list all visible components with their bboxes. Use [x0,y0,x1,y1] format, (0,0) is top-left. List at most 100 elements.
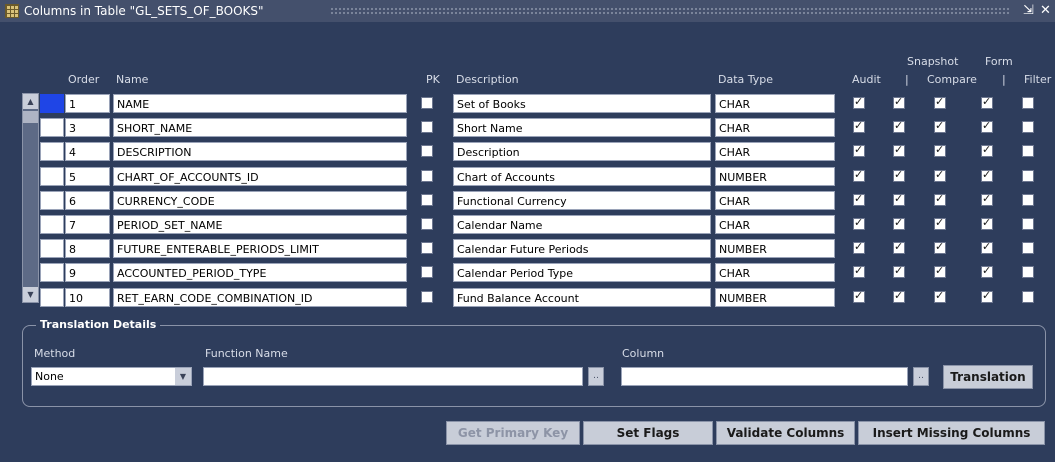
audit-checkbox[interactable] [853,289,865,303]
column-name-field[interactable]: DESCRIPTION [113,142,407,161]
filter-checkbox[interactable] [1022,170,1034,182]
column-name-field[interactable]: SHORT_NAME [113,118,407,137]
description-field[interactable]: Calendar Period Type [453,263,711,282]
description-field[interactable]: Set of Books [453,94,711,113]
data-type-field[interactable]: NUMBER [715,288,835,307]
function-name-lov-icon[interactable]: ‥ [588,367,604,386]
form-checkbox[interactable] [981,240,993,254]
scroll-thumb[interactable] [23,111,38,123]
filter-checkbox[interactable] [1022,266,1034,278]
filter-checkbox[interactable] [1022,121,1034,133]
column-name-field[interactable]: ACCOUNTED_PERIOD_TYPE [113,263,407,282]
audit-checkbox[interactable] [853,192,865,206]
data-type-field[interactable]: CHAR [715,263,835,282]
filter-checkbox[interactable] [1022,145,1034,157]
compare-checkbox[interactable] [934,289,946,303]
order-field[interactable]: 8 [65,239,110,258]
translation-button[interactable]: Translation [943,365,1033,389]
set-flags-button[interactable]: Set Flags [583,421,713,445]
data-type-field[interactable]: NUMBER [715,167,835,186]
compare-checkbox[interactable] [934,95,946,109]
order-field[interactable]: 7 [65,215,110,234]
compare-checkbox[interactable] [934,119,946,133]
record-indicator[interactable] [40,142,64,161]
record-indicator[interactable] [40,263,64,282]
record-indicator[interactable] [40,239,64,258]
form-checkbox[interactable] [981,192,993,206]
order-field[interactable]: 1 [65,94,110,113]
chevron-down-icon[interactable]: ▼ [175,368,191,385]
filter-checkbox[interactable] [1022,242,1034,254]
order-field[interactable]: 9 [65,263,110,282]
order-field[interactable]: 4 [65,142,110,161]
compare-checkbox[interactable] [934,264,946,278]
record-indicator[interactable] [40,118,64,137]
form-checkbox[interactable] [981,168,993,182]
column-lov-icon[interactable]: ‥ [913,367,929,386]
filter-checkbox[interactable] [1022,194,1034,206]
audit-checkbox[interactable] [853,216,865,230]
form-checkbox[interactable] [981,289,993,303]
description-field[interactable]: Fund Balance Account [453,288,711,307]
description-field[interactable]: Description [453,142,711,161]
form-checkbox[interactable] [981,143,993,157]
form-checkbox[interactable] [981,119,993,133]
audit-checkbox[interactable] [853,168,865,182]
get-primary-key-button[interactable]: Get Primary Key [446,421,580,445]
pk-checkbox[interactable] [421,194,433,206]
column-field[interactable] [621,367,908,386]
insert-missing-columns-button[interactable]: Insert Missing Columns [858,421,1045,445]
compare-checkbox[interactable] [934,240,946,254]
pk-checkbox[interactable] [421,97,433,109]
audit-checkbox[interactable] [853,143,865,157]
form-checkbox[interactable] [981,95,993,109]
snapshot-checkbox[interactable] [893,143,905,157]
compare-checkbox[interactable] [934,216,946,230]
data-type-field[interactable]: CHAR [715,215,835,234]
snapshot-checkbox[interactable] [893,289,905,303]
column-name-field[interactable]: FUTURE_ENTERABLE_PERIODS_LIMIT [113,239,407,258]
data-type-field[interactable]: CHAR [715,118,835,137]
pk-checkbox[interactable] [421,218,433,230]
snapshot-checkbox[interactable] [893,216,905,230]
form-checkbox[interactable] [981,264,993,278]
data-type-field[interactable]: CHAR [715,191,835,210]
pk-checkbox[interactable] [421,242,433,254]
column-name-field[interactable]: RET_EARN_CODE_COMBINATION_ID [113,288,407,307]
filter-checkbox[interactable] [1022,218,1034,230]
column-name-field[interactable]: CHART_OF_ACCOUNTS_ID [113,167,407,186]
order-field[interactable]: 6 [65,191,110,210]
audit-checkbox[interactable] [853,95,865,109]
record-indicator[interactable] [40,167,64,186]
record-indicator[interactable] [40,288,64,307]
snapshot-checkbox[interactable] [893,192,905,206]
close-icon[interactable]: ✕ [1040,3,1051,18]
pk-checkbox[interactable] [421,121,433,133]
order-field[interactable]: 10 [65,288,110,307]
function-name-field[interactable] [203,367,583,386]
data-type-field[interactable]: CHAR [715,94,835,113]
compare-checkbox[interactable] [934,168,946,182]
pk-checkbox[interactable] [421,291,433,303]
scroll-down-icon[interactable]: ▼ [23,287,38,302]
minimize-icon[interactable]: ⇲ [1023,3,1034,18]
description-field[interactable]: Functional Currency [453,191,711,210]
records-scrollbar[interactable]: ▲ ▼ [22,93,39,303]
method-select[interactable]: None ▼ [31,367,192,386]
record-indicator[interactable] [40,215,64,234]
snapshot-checkbox[interactable] [893,240,905,254]
description-field[interactable]: Calendar Future Periods [453,239,711,258]
filter-checkbox[interactable] [1022,291,1034,303]
data-type-field[interactable]: CHAR [715,142,835,161]
record-indicator[interactable] [40,94,64,113]
compare-checkbox[interactable] [934,192,946,206]
record-indicator[interactable] [40,191,64,210]
description-field[interactable]: Chart of Accounts [453,167,711,186]
pk-checkbox[interactable] [421,266,433,278]
order-field[interactable]: 3 [65,118,110,137]
title-bar[interactable]: Columns in Table "GL_SETS_OF_BOOKS" ⇲ ✕ [0,0,1055,22]
form-checkbox[interactable] [981,216,993,230]
compare-checkbox[interactable] [934,143,946,157]
description-field[interactable]: Calendar Name [453,215,711,234]
snapshot-checkbox[interactable] [893,95,905,109]
